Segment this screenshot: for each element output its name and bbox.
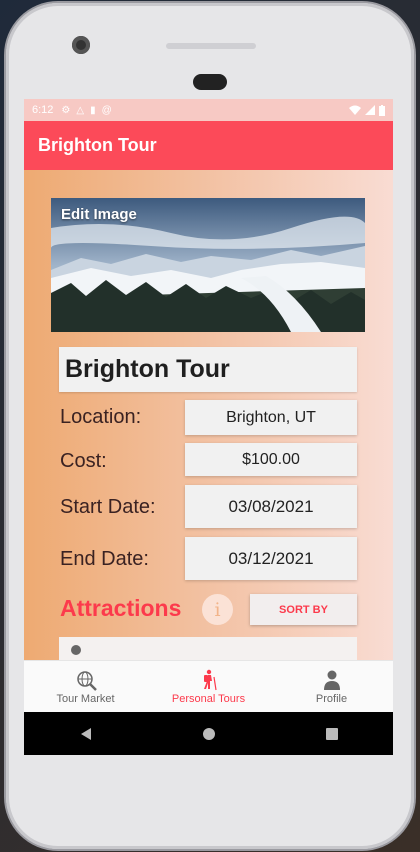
battery-icon — [379, 104, 385, 116]
globe-search-icon — [76, 671, 97, 691]
device-screen: 6:12 ⚙ △ ▮ @ Brighton Tour Edit Image Br… — [24, 99, 393, 755]
attraction-avatar — [71, 645, 81, 655]
sim-icon: ▮ — [90, 104, 96, 116]
tour-detail-content[interactable]: Edit Image Brighton Tour Location: Brigh… — [24, 170, 393, 660]
end-date-field[interactable]: 03/12/2021 — [185, 537, 357, 580]
status-right-icons — [349, 104, 385, 116]
nav-tour-market-label: Tour Market — [56, 693, 115, 705]
status-bar: 6:12 ⚙ △ ▮ @ — [24, 99, 393, 121]
info-button[interactable]: i — [202, 594, 233, 625]
tour-name-field[interactable]: Brighton Tour — [59, 347, 357, 392]
end-date-label: End Date: — [60, 548, 149, 570]
wifi-icon — [349, 105, 361, 115]
top-speaker-grille — [166, 43, 256, 49]
nav-personal-tours-label: Personal Tours — [171, 693, 246, 705]
person-icon — [323, 670, 340, 690]
gear-icon: ⚙ — [61, 104, 71, 116]
tour-image[interactable]: Edit Image — [51, 198, 365, 332]
drive-icon: △ — [76, 104, 85, 116]
cost-field[interactable]: $100.00 — [185, 443, 357, 476]
nav-tour-market[interactable]: Tour Market — [24, 661, 147, 713]
back-icon[interactable] — [79, 727, 93, 741]
cost-label: Cost: — [60, 450, 107, 472]
earpiece — [193, 74, 227, 90]
info-icon: i — [214, 598, 221, 621]
attractions-heading: Attractions — [60, 595, 182, 621]
signal-icon — [365, 105, 375, 115]
app-bar-title: Brighton Tour — [38, 135, 157, 155]
start-date-label: Start Date: — [60, 496, 156, 518]
sort-by-button[interactable]: SORT BY — [250, 594, 357, 625]
start-date-field[interactable]: 03/08/2021 — [185, 485, 357, 528]
status-left-icons: ⚙ △ ▮ @ — [61, 105, 111, 116]
edit-image-button[interactable]: Edit Image — [61, 206, 137, 223]
nav-profile-label: Profile — [315, 693, 348, 705]
recents-icon[interactable] — [325, 727, 339, 741]
hiker-icon — [203, 669, 217, 691]
attraction-list-item[interactable] — [59, 637, 357, 660]
status-time: 6:12 — [32, 104, 54, 116]
bottom-navigation: Tour Market Personal Tours Profile — [24, 660, 393, 713]
home-icon[interactable] — [202, 727, 216, 741]
system-navigation-bar — [24, 712, 393, 755]
front-camera — [72, 36, 90, 54]
nav-personal-tours[interactable]: Personal Tours — [147, 661, 270, 713]
nav-profile[interactable]: Profile — [270, 661, 393, 713]
app-bar: Brighton Tour — [24, 121, 393, 170]
location-label: Location: — [60, 406, 142, 428]
at-icon: @ — [101, 104, 112, 116]
location-field[interactable]: Brighton, UT — [185, 400, 357, 435]
